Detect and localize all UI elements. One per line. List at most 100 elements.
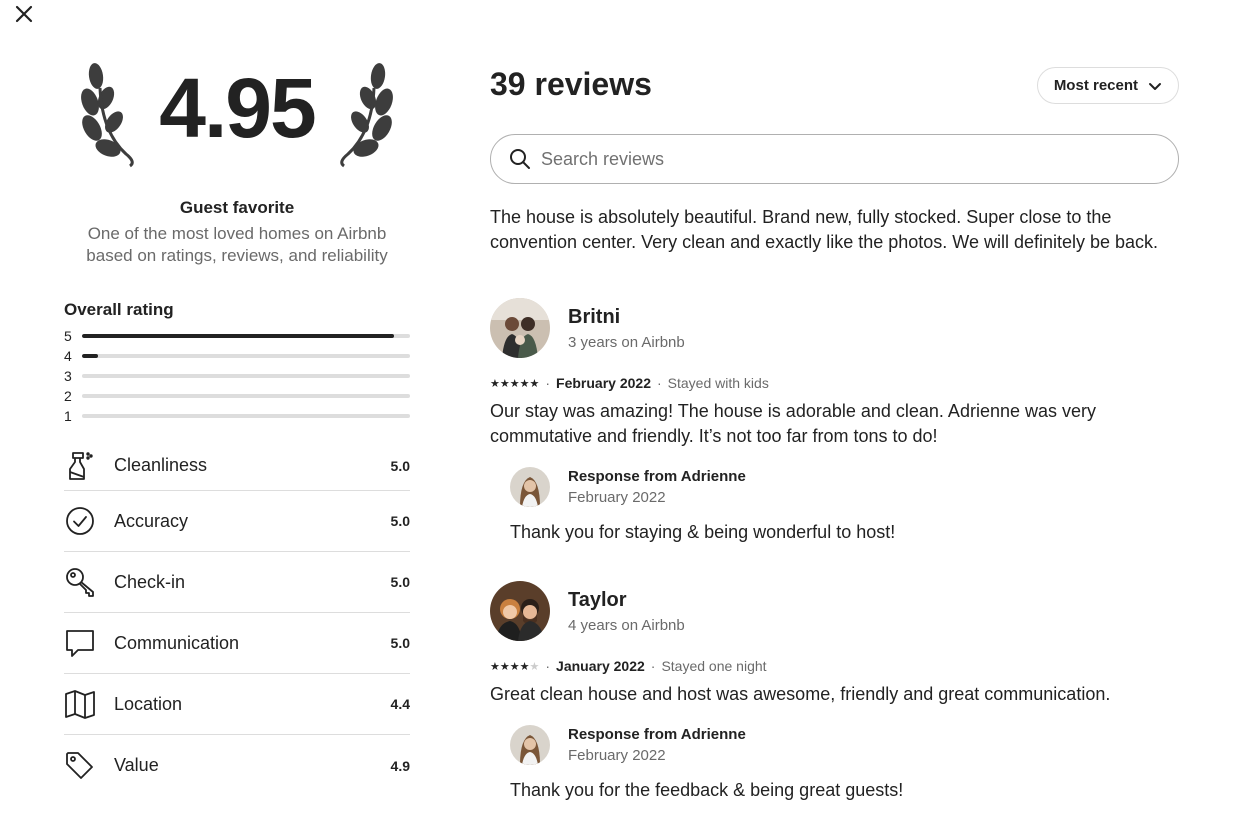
category-label: Cleanliness <box>114 455 208 475</box>
category-label: Accuracy <box>114 510 189 531</box>
rating-bar-track <box>82 414 410 418</box>
response-info: Response from Adrienne February 2022 <box>568 726 746 764</box>
rating-distribution: 5 4 3 2 1 <box>64 326 410 426</box>
search-input[interactable] <box>541 148 1178 170</box>
chevron-down-icon <box>1149 82 1161 90</box>
response-body: Thank you for staying & being wonderful … <box>510 522 896 542</box>
category-value: 4.9 <box>390 757 410 774</box>
star-filled-icon: ★ <box>519 377 530 390</box>
reviews-list: The house is absolutely beautiful. Brand… <box>490 187 1179 821</box>
review-trip-type: Stayed with kids <box>667 375 769 391</box>
review-body: Our stay was amazing! The house is adora… <box>490 401 1097 446</box>
category-value: 5.0 <box>390 574 410 590</box>
separator-dot: · <box>545 375 551 391</box>
avatar[interactable] <box>490 298 550 358</box>
guest-favorite-description: One of the most loved homes on Airbnb ba… <box>64 223 410 267</box>
star-filled-icon: ★ <box>529 377 540 390</box>
category-label: Communication <box>114 632 240 653</box>
spray-bottle-icon <box>64 450 96 482</box>
review-header: Britni 3 years on Airbnb <box>490 298 1179 358</box>
star-filled-icon: ★ <box>509 377 520 390</box>
star-empty-icon: ★ <box>529 660 540 673</box>
category-communication: Communication 5.0 <box>64 613 410 674</box>
star-filled-icon: ★ <box>490 660 500 673</box>
avatar[interactable] <box>490 581 550 641</box>
category-checkin: Check-in 5.0 <box>64 552 410 613</box>
overall-rating-title: Overall rating <box>64 300 174 319</box>
sort-dropdown[interactable]: Most recent <box>1036 67 1179 104</box>
rating-bar-row: 5 <box>64 326 410 346</box>
star-filled-icon: ★ <box>519 660 530 673</box>
check-circle-icon <box>64 505 96 537</box>
review-body: The house is absolutely beautiful. Brand… <box>490 207 1159 252</box>
review-item: Britni 3 years on Airbnb ★ ★ ★ ★ ★ · Februar… <box>490 298 1179 543</box>
star-rating: ★ ★ ★ ★ ★ <box>490 377 539 390</box>
reviewer-info: Britni 3 years on Airbnb <box>568 306 685 351</box>
category-value: 5.0 <box>390 513 410 529</box>
category-location: Location 4.4 <box>64 674 410 735</box>
category-value: 5.0 <box>390 635 410 651</box>
reviewer-tenure: 3 years on Airbnb <box>568 333 685 351</box>
host-response: Response from Adrienne February 2022 Tha… <box>510 467 1179 543</box>
rating-bar-track <box>82 374 410 378</box>
star-filled-icon: ★ <box>499 660 510 673</box>
review-header: Taylor 4 years on Airbnb <box>490 581 1179 641</box>
rating-bar-row: 1 <box>64 406 410 426</box>
guest-favorite-desc-line1: One of the most loved homes on Airbnb <box>87 224 387 243</box>
category-ratings: Cleanliness 5.0 Accuracy 5.0 Check-in 5.… <box>64 441 410 796</box>
reviewer-info: Taylor 4 years on Airbnb <box>568 589 685 634</box>
response-title: Response from Adrienne <box>568 726 746 743</box>
rating-bar-row: 4 <box>64 346 410 366</box>
review-body: Great clean house and host was awesome, … <box>490 684 1111 704</box>
host-response: Response from Adrienne February 2022 Tha… <box>510 725 1179 801</box>
review-trip-type: Stayed one night <box>661 658 767 674</box>
separator-dot: · <box>650 658 656 674</box>
close-button[interactable] <box>12 2 36 26</box>
response-header: Response from Adrienne February 2022 <box>510 467 1179 507</box>
rating-bar-track <box>82 354 410 358</box>
category-value: 5.0 <box>390 457 410 474</box>
host-avatar[interactable] <box>510 725 550 765</box>
reviews-count-title: 39 reviews <box>490 66 652 102</box>
category-label: Value <box>114 755 159 775</box>
rating-bar-label: 4 <box>64 348 72 364</box>
laurel-right-icon <box>340 63 393 168</box>
rating-bar-label: 3 <box>64 368 72 384</box>
reviewer-name: Britni <box>568 305 621 328</box>
rating-bar-track <box>82 334 410 338</box>
response-body: Thank you for the feedback & being great… <box>510 780 904 800</box>
category-label: Check-in <box>114 571 186 592</box>
star-filled-icon: ★ <box>509 660 520 673</box>
guest-favorite-desc-line2: based on ratings, reviews, and reliabili… <box>86 246 388 265</box>
review-meta: ★ ★ ★ ★ ★ · February 2022 · Stayed with kids <box>490 375 1179 391</box>
key-icon <box>64 566 96 598</box>
sort-label: Most recent <box>1053 77 1138 94</box>
response-date: February 2022 <box>568 747 666 764</box>
map-icon <box>64 688 96 720</box>
category-value: Value 4.9 <box>64 735 410 796</box>
response-info: Response from Adrienne February 2022 <box>568 468 746 506</box>
host-avatar[interactable] <box>510 467 550 507</box>
reviewer-name: Taylor <box>568 588 627 611</box>
tag-icon <box>64 750 96 782</box>
rating-bar-fill <box>82 334 394 338</box>
rating-bar-label: 1 <box>64 408 72 424</box>
rating-hero: 4.95 <box>64 0 410 195</box>
response-date: February 2022 <box>568 489 666 506</box>
response-header: Response from Adrienne February 2022 <box>510 725 1179 765</box>
star-rating: ★ ★ ★ ★ ★ <box>490 660 539 673</box>
rating-bar-row: 2 <box>64 386 410 406</box>
review-date: February 2022 <box>556 375 651 391</box>
separator-dot: · <box>657 375 662 391</box>
rating-bar-label: 2 <box>64 388 72 404</box>
review-meta: ★ ★ ★ ★ ★ · January 2022 · Stayed one night <box>490 658 1179 674</box>
category-accuracy: Accuracy 5.0 <box>64 491 410 552</box>
clipped-review-header <box>490 187 1179 205</box>
response-title: Response from Adrienne <box>568 468 746 485</box>
search-reviews-field[interactable] <box>490 134 1179 184</box>
separator-dot: · <box>545 658 551 674</box>
category-cleanliness: Cleanliness 5.0 <box>64 441 410 491</box>
review-date: January 2022 <box>556 658 645 674</box>
search-icon <box>510 149 530 169</box>
category-label: Location <box>114 693 183 714</box>
